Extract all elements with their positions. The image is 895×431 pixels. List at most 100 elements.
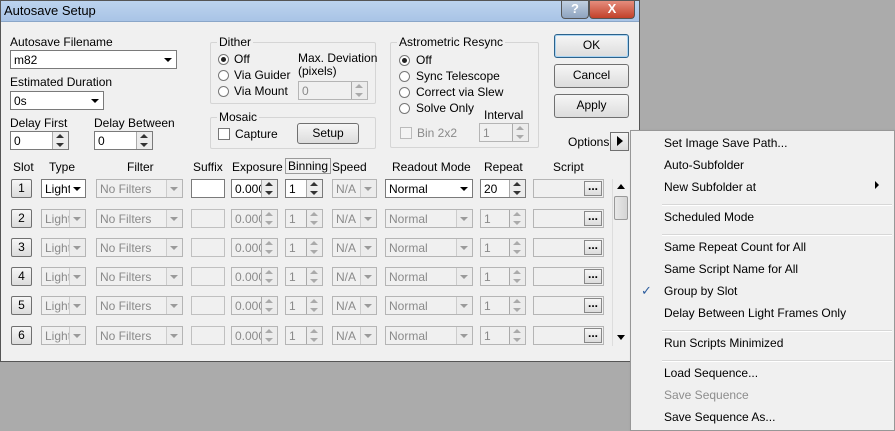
dither-off-label[interactable]: Off bbox=[234, 52, 250, 66]
suffix-input[interactable] bbox=[191, 209, 225, 228]
binning-spinner[interactable]: 1 bbox=[285, 326, 323, 345]
script-field[interactable]: ... bbox=[533, 179, 604, 198]
filter-combo[interactable]: No Filters bbox=[96, 238, 183, 257]
speed-combo[interactable]: N/A bbox=[332, 179, 377, 198]
chevron-down-icon[interactable] bbox=[166, 239, 182, 256]
speed-combo[interactable]: N/A bbox=[332, 267, 377, 286]
exposure-spinner[interactable]: 0.000 bbox=[231, 209, 278, 228]
chevron-down-icon[interactable] bbox=[360, 239, 376, 256]
exposure-spinner[interactable]: 0.000 bbox=[231, 179, 278, 198]
chevron-down-icon[interactable] bbox=[69, 239, 85, 256]
script-field[interactable]: ... bbox=[533, 238, 604, 257]
menu-item-set-image-save-path[interactable]: Set Image Save Path... bbox=[664, 136, 889, 150]
spin-arrows-icon[interactable] bbox=[306, 239, 322, 256]
menu-item-scheduled-mode[interactable]: Scheduled Mode bbox=[664, 210, 889, 224]
readout-combo[interactable]: Normal bbox=[385, 209, 473, 228]
menu-item-new-subfolder-at[interactable]: New Subfolder at bbox=[664, 180, 889, 194]
type-combo[interactable]: Light bbox=[41, 296, 86, 315]
spin-arrows-icon[interactable] bbox=[261, 180, 277, 197]
filter-combo[interactable]: No Filters bbox=[96, 267, 183, 286]
chevron-down-icon[interactable] bbox=[360, 327, 376, 344]
chevron-down-icon[interactable] bbox=[69, 327, 85, 344]
binning-spinner[interactable]: 1 bbox=[285, 179, 323, 198]
repeat-spinner[interactable]: 1 bbox=[480, 296, 526, 315]
chevron-down-icon[interactable] bbox=[166, 327, 182, 344]
delay-first-spinner[interactable]: 0 bbox=[10, 131, 69, 150]
ok-button[interactable]: OK bbox=[554, 34, 629, 58]
dither-off-radio[interactable] bbox=[218, 54, 229, 65]
slot-button[interactable]: 6 bbox=[11, 326, 32, 345]
spin-arrows-icon[interactable] bbox=[261, 297, 277, 314]
repeat-spinner[interactable]: 1 bbox=[480, 209, 526, 228]
menu-item-save-sequence-as[interactable]: Save Sequence As... bbox=[664, 410, 889, 424]
chevron-down-icon[interactable] bbox=[166, 268, 182, 285]
spin-arrows-icon[interactable] bbox=[509, 210, 525, 227]
help-button[interactable]: ? bbox=[561, 1, 589, 19]
dither-mount-radio[interactable] bbox=[218, 86, 229, 97]
dither-guider-radio[interactable] bbox=[218, 70, 229, 81]
chevron-down-icon[interactable] bbox=[70, 180, 85, 197]
scroll-down-icon[interactable] bbox=[613, 330, 630, 346]
filter-combo[interactable]: No Filters bbox=[96, 296, 183, 315]
spin-arrows-icon[interactable] bbox=[512, 124, 528, 141]
title-bar[interactable]: Autosave Setup ? X bbox=[1, 1, 639, 22]
chevron-down-icon[interactable] bbox=[456, 297, 472, 314]
type-combo[interactable]: Light bbox=[41, 326, 86, 345]
menu-item-save-sequence[interactable]: Save Sequence bbox=[664, 388, 889, 402]
suffix-input[interactable] bbox=[191, 296, 225, 315]
spin-arrows-icon[interactable] bbox=[306, 210, 322, 227]
resync-sync-label[interactable]: Sync Telescope bbox=[416, 69, 500, 83]
browse-script-button[interactable]: ... bbox=[584, 210, 602, 226]
scroll-thumb[interactable] bbox=[614, 196, 628, 220]
resync-sync-radio[interactable] bbox=[399, 71, 410, 82]
exposure-spinner[interactable]: 0.000 bbox=[231, 296, 278, 315]
script-field[interactable]: ... bbox=[533, 296, 604, 315]
duration-combo[interactable]: 0s bbox=[10, 91, 104, 110]
readout-combo[interactable]: Normal bbox=[385, 179, 473, 198]
binning-spinner[interactable]: 1 bbox=[285, 209, 323, 228]
delay-between-spinner[interactable]: 0 bbox=[94, 131, 153, 150]
spin-arrows-icon[interactable] bbox=[509, 180, 525, 197]
chevron-down-icon[interactable] bbox=[69, 210, 85, 227]
menu-item-run-scripts-minimized[interactable]: Run Scripts Minimized bbox=[664, 336, 889, 350]
browse-script-button[interactable]: ... bbox=[584, 268, 602, 284]
cancel-button[interactable]: Cancel bbox=[554, 64, 629, 88]
chevron-down-icon[interactable] bbox=[360, 297, 376, 314]
readout-combo[interactable]: Normal bbox=[385, 267, 473, 286]
repeat-spinner[interactable]: 1 bbox=[480, 267, 526, 286]
spin-arrows-icon[interactable] bbox=[509, 268, 525, 285]
menu-item-delay-between-light-frames-only[interactable]: Delay Between Light Frames Only bbox=[664, 306, 889, 320]
suffix-input[interactable] bbox=[191, 238, 225, 257]
apply-button[interactable]: Apply bbox=[554, 94, 629, 118]
readout-combo[interactable]: Normal bbox=[385, 238, 473, 257]
spin-arrows-icon[interactable] bbox=[261, 239, 277, 256]
spin-arrows-icon[interactable] bbox=[306, 180, 322, 197]
readout-combo[interactable]: Normal bbox=[385, 296, 473, 315]
speed-combo[interactable]: N/A bbox=[332, 326, 377, 345]
bin-2x2-label[interactable]: Bin 2x2 bbox=[417, 126, 457, 140]
slot-button[interactable]: 4 bbox=[11, 267, 32, 286]
chevron-down-icon[interactable] bbox=[166, 180, 182, 197]
chevron-down-icon[interactable] bbox=[456, 210, 472, 227]
filter-combo[interactable]: No Filters bbox=[96, 209, 183, 228]
exposure-spinner[interactable]: 0.000 bbox=[231, 238, 278, 257]
close-button[interactable]: X bbox=[589, 1, 635, 19]
slot-button[interactable]: 5 bbox=[11, 296, 32, 315]
mosaic-setup-button[interactable]: Setup bbox=[297, 123, 359, 144]
spin-arrows-icon[interactable] bbox=[306, 327, 322, 344]
exposure-spinner[interactable]: 0.000 bbox=[231, 267, 278, 286]
slot-button[interactable]: 1 bbox=[11, 179, 32, 198]
browse-script-button[interactable]: ... bbox=[584, 239, 602, 255]
type-combo[interactable]: Light bbox=[41, 238, 86, 257]
resync-off-radio[interactable] bbox=[399, 55, 410, 66]
chevron-down-icon[interactable] bbox=[69, 268, 85, 285]
type-combo[interactable]: Light bbox=[41, 179, 86, 198]
binning-spinner[interactable]: 1 bbox=[285, 267, 323, 286]
spin-arrows-icon[interactable] bbox=[52, 132, 68, 149]
script-field[interactable]: ... bbox=[533, 209, 604, 228]
menu-item-group-by-slot[interactable]: Group by Slot bbox=[664, 284, 889, 298]
speed-combo[interactable]: N/A bbox=[332, 209, 377, 228]
speed-combo[interactable]: N/A bbox=[332, 296, 377, 315]
resync-solve-radio[interactable] bbox=[399, 103, 410, 114]
spin-arrows-icon[interactable] bbox=[351, 82, 367, 99]
